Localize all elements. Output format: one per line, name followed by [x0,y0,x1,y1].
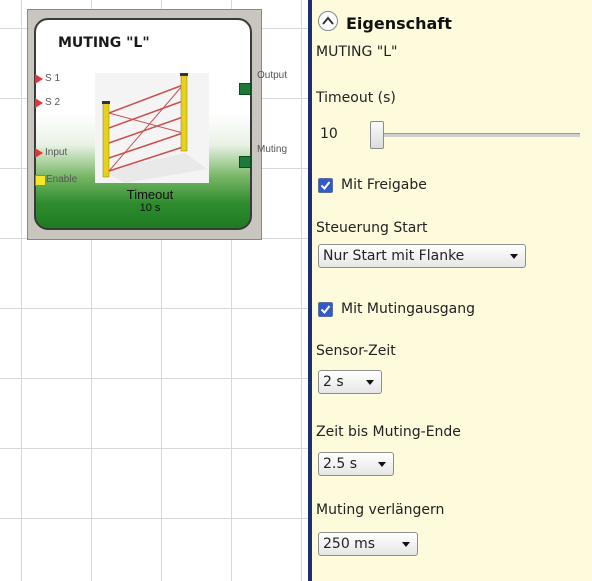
checkmark-icon [320,305,331,315]
light-curtain-icon [95,73,209,183]
muting-output-checkbox[interactable] [318,302,333,317]
muting-extend-value: 250 ms [323,536,376,552]
input-pin-arrow-icon[interactable] [35,148,43,158]
time-to-muting-end-value: 2.5 s [323,456,358,472]
muting-extend-dropdown[interactable]: 250 ms [318,532,418,556]
timeout-slider-track[interactable] [370,133,580,137]
timeout-label: Timeout (s) [316,90,396,106]
sensor-time-label: Sensor-Zeit [316,343,396,359]
sensor-time-value: 2 s [323,374,344,390]
block-timeout-label: Timeout [126,187,174,202]
collapse-button[interactable] [318,11,338,31]
pin-label-s2: S 2 [45,97,61,108]
time-to-muting-end-label: Zeit bis Muting-Ende [316,424,461,440]
block-title: MUTING "L" [58,35,150,51]
pin-label-s1: S 1 [45,73,61,84]
enable-checkbox-label: Mit Freigabe [341,177,427,193]
panel-title: Eigenschaft [346,14,452,33]
pin-label-enable: Enable [46,174,78,185]
timeout-value: 10 [320,126,338,142]
pin-label-muting: Muting [257,144,288,155]
component-name: MUTING "L" [316,44,398,60]
dropdown-arrow-icon [510,254,518,259]
start-control-value: Nur Start mit Flanke [323,248,465,264]
dropdown-arrow-icon [366,380,374,385]
timeout-slider-thumb[interactable] [370,121,384,149]
enable-pin-icon[interactable] [35,175,46,186]
checkmark-icon [320,181,331,191]
time-to-muting-end-dropdown[interactable]: 2.5 s [318,452,394,476]
pin-label-output: Output [257,70,288,81]
muting-pin-icon[interactable] [239,156,251,168]
start-control-dropdown[interactable]: Nur Start mit Flanke [318,244,526,268]
input-pin-arrow-icon[interactable] [35,98,43,108]
output-pin-icon[interactable] [239,83,251,95]
chevron-up-icon [322,16,334,25]
block-timeout-value: 10 s [139,202,161,214]
sensor-time-dropdown[interactable]: 2 s [318,370,382,394]
enable-checkbox[interactable] [318,178,333,193]
property-panel: Eigenschaft MUTING "L" Timeout (s) 10 Mi… [312,0,592,581]
start-control-label: Steuerung Start [316,220,428,236]
dropdown-arrow-icon [378,462,386,467]
pin-label-input: Input [45,147,68,158]
input-pin-arrow-icon[interactable] [35,74,43,84]
dropdown-arrow-icon [402,542,410,547]
muting-output-checkbox-label: Mit Mutingausgang [341,301,475,317]
muting-extend-label: Muting verlängern [316,502,445,518]
